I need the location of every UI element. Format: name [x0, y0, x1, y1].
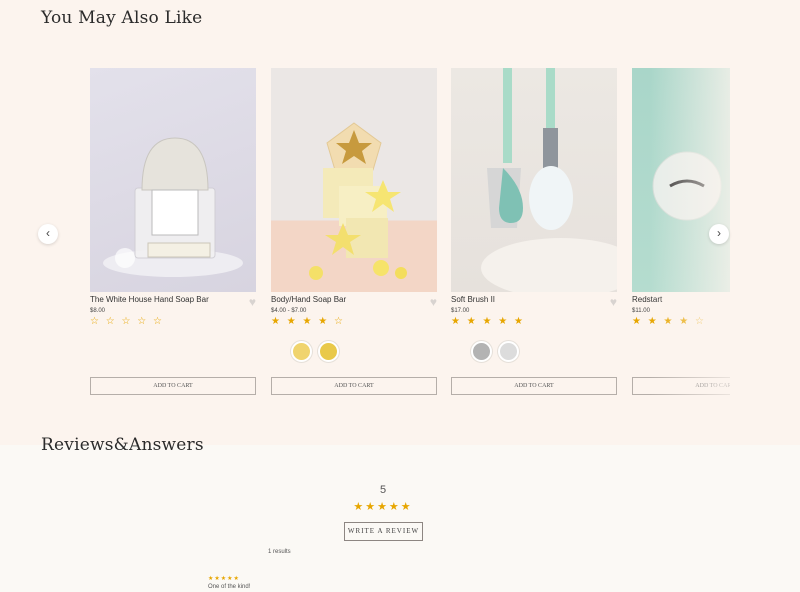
average-rating: 5: [379, 484, 387, 496]
color-swatches: [471, 341, 519, 362]
heart-icon[interactable]: ♥: [610, 295, 617, 309]
product-price: $17.00: [451, 308, 470, 314]
recommendations-title: You May Also Like: [41, 8, 203, 28]
review-stars: ★★★★★: [208, 576, 240, 582]
chevron-left-icon[interactable]: ‹: [38, 224, 58, 244]
color-swatches: [291, 341, 339, 362]
product-image[interactable]: [271, 68, 437, 292]
product-name[interactable]: Body/Hand Soap Bar: [271, 295, 346, 304]
product-name[interactable]: Soft Brush II: [451, 295, 495, 304]
heart-icon[interactable]: ♥: [249, 295, 256, 309]
rating-stars: ★ ★ ★ ★ ☆: [632, 316, 706, 327]
swatch-yellow-light[interactable]: [291, 341, 312, 362]
product-card[interactable]: Redstart ♥ $11.00 ★ ★ ★ ★ ☆ ADD TO CART: [632, 68, 730, 395]
swatch-light-gray[interactable]: [498, 341, 519, 362]
add-to-cart-button[interactable]: ADD TO CART: [90, 377, 256, 395]
review-title: One of the kind!: [208, 584, 251, 590]
product-price: $4.00 - $7.00: [271, 308, 307, 314]
product-card[interactable]: Soft Brush II ♥ $17.00 ★ ★ ★ ★ ★ ADD TO …: [451, 68, 617, 395]
swatch-yellow[interactable]: [318, 341, 339, 362]
write-review-button[interactable]: WRITE A REVIEW: [344, 522, 423, 541]
average-rating-stars: ★★★★★: [353, 501, 413, 513]
add-to-cart-button[interactable]: ADD TO CART: [632, 377, 730, 395]
swatch-gray[interactable]: [471, 341, 492, 362]
product-image[interactable]: [451, 68, 617, 292]
product-price: $11.00: [632, 308, 650, 314]
product-carousel: The White House Hand Soap Bar ♥ $8.00 ☆ …: [90, 68, 730, 408]
product-name[interactable]: The White House Hand Soap Bar: [90, 295, 209, 304]
chevron-right-icon[interactable]: ›: [709, 224, 729, 244]
rating-stars: ☆ ☆ ☆ ☆ ☆: [90, 316, 164, 327]
heart-icon[interactable]: ♥: [430, 295, 437, 309]
results-count: 1 results: [268, 549, 291, 555]
rating-stars: ★ ★ ★ ★ ★: [451, 316, 525, 327]
product-card[interactable]: Body/Hand Soap Bar ♥ $4.00 - $7.00 ★ ★ ★…: [271, 68, 437, 395]
product-image[interactable]: [90, 68, 256, 292]
product-price: $8.00: [90, 308, 106, 314]
product-image[interactable]: [632, 68, 730, 292]
reviews-title: Reviews&Answers: [41, 435, 204, 455]
add-to-cart-button[interactable]: ADD TO CART: [271, 377, 437, 395]
product-name[interactable]: Redstart: [632, 295, 662, 304]
rating-stars: ★ ★ ★ ★ ☆: [271, 316, 345, 327]
product-card[interactable]: The White House Hand Soap Bar ♥ $8.00 ☆ …: [90, 68, 256, 395]
add-to-cart-button[interactable]: ADD TO CART: [451, 377, 617, 395]
